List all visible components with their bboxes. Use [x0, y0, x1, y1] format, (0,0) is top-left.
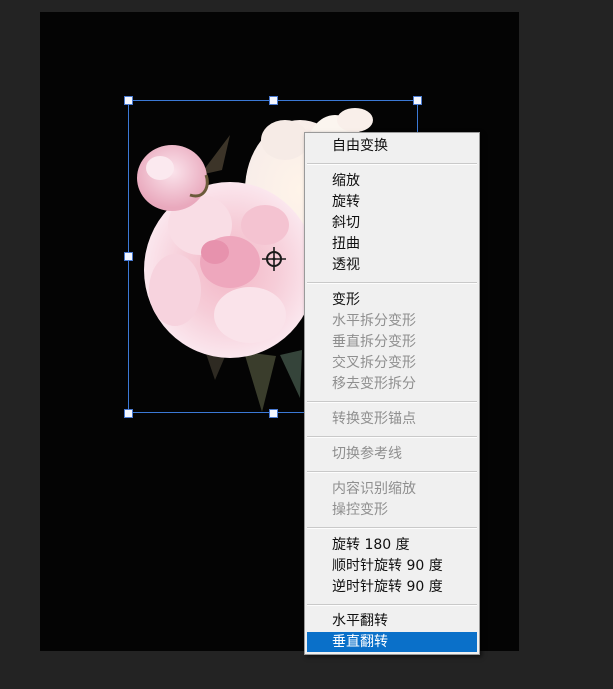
crosshair-icon[interactable] [262, 247, 286, 271]
menu-separator [307, 604, 477, 606]
menu-item-flip-vertical[interactable]: 垂直翻转 [307, 632, 477, 652]
menu-separator [307, 401, 477, 403]
menu-item-toggle-guides: 切换参考线 [332, 446, 402, 462]
menu-item-warp[interactable]: 变形 [307, 290, 477, 310]
transform-handle-top-left[interactable] [124, 96, 133, 105]
menu-item-content-aware-scale: 内容识别缩放 [332, 481, 416, 497]
menu-item-scale[interactable]: 缩放 [307, 171, 477, 191]
transform-handle-top-right[interactable] [413, 96, 422, 105]
menu-item-puppet-warp: 操控变形 [332, 502, 388, 518]
menu-item-remove-warp-split: 移去变形拆分 [332, 376, 416, 392]
menu-item-rotate-90-cw[interactable]: 顺时针旋转 90 度 [307, 556, 477, 576]
menu-item-free-transform[interactable]: 自由变换 [307, 136, 477, 156]
menu-separator [307, 527, 477, 529]
transform-handle-bottom-left[interactable] [124, 409, 133, 418]
menu-separator [307, 163, 477, 165]
menu-item-skew[interactable]: 斜切 [307, 213, 477, 233]
menu-item-split-warp-vertical: 垂直拆分变形 [332, 334, 416, 350]
menu-separator [307, 282, 477, 284]
menu-item-flip-horizontal[interactable]: 水平翻转 [307, 611, 477, 631]
transform-context-menu: 自由变换 缩放 旋转 斜切 扭曲 透视 变形 水平拆分变形 垂直拆分变形 交叉拆… [304, 132, 480, 655]
menu-item-rotate[interactable]: 旋转 [307, 192, 477, 212]
menu-item-distort[interactable]: 扭曲 [307, 234, 477, 254]
transform-handle-middle-left[interactable] [124, 252, 133, 261]
menu-item-rotate-90-ccw[interactable]: 逆时针旋转 90 度 [307, 577, 477, 597]
menu-item-split-warp-horizontal: 水平拆分变形 [332, 313, 416, 329]
menu-item-convert-warp-anchor: 转换变形锚点 [332, 411, 416, 427]
transform-handle-top-middle[interactable] [269, 96, 278, 105]
menu-item-rotate-180[interactable]: 旋转 180 度 [307, 535, 477, 555]
menu-item-perspective[interactable]: 透视 [307, 255, 477, 275]
menu-item-split-warp-crosswise: 交叉拆分变形 [332, 355, 416, 371]
menu-separator [307, 471, 477, 473]
menu-separator [307, 436, 477, 438]
transform-handle-bottom-middle[interactable] [269, 409, 278, 418]
